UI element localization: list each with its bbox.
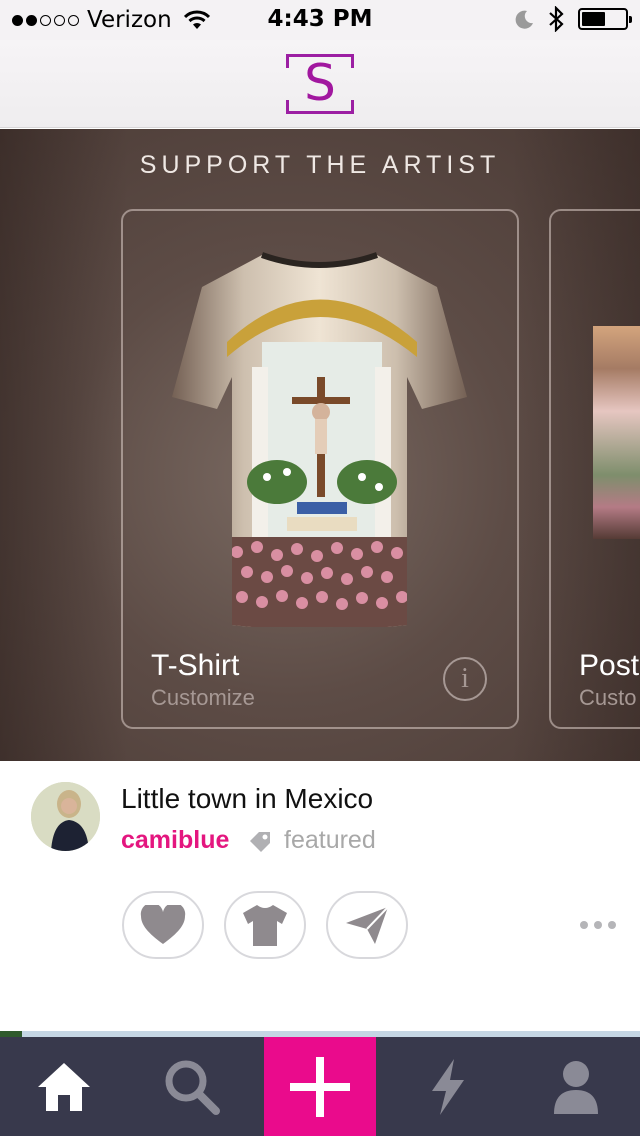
avatar-image <box>31 782 100 851</box>
post-details: Little town in Mexico camiblue featured <box>0 761 640 1031</box>
activity-icon <box>432 1058 464 1115</box>
bluetooth-icon <box>549 6 564 32</box>
product-card-tshirt[interactable]: T-Shirt Customize i <box>121 209 519 729</box>
product-card-poster[interactable]: Post Custo <box>549 209 640 729</box>
info-icon[interactable]: i <box>443 657 487 701</box>
moon-icon <box>515 10 533 29</box>
avatar[interactable] <box>31 782 100 851</box>
carousel-title: SUPPORT THE ARTIST <box>139 151 501 179</box>
tag-icon <box>250 832 270 852</box>
merch-button[interactable] <box>224 891 306 959</box>
send-icon <box>346 906 389 944</box>
tshirt-product-image <box>172 252 467 627</box>
heart-icon <box>140 905 186 944</box>
tab-add[interactable] <box>264 1037 376 1136</box>
logo-letter: S <box>304 54 336 112</box>
post-tag[interactable]: featured <box>284 826 376 855</box>
tab-search[interactable] <box>136 1037 248 1136</box>
product-customize-label[interactable]: Custo <box>579 685 636 711</box>
product-name: T-Shirt <box>151 649 240 682</box>
merch-carousel[interactable]: SUPPORT THE ARTIST T-Shirt Customize i P… <box>0 129 640 761</box>
app-logo[interactable]: S <box>286 54 354 114</box>
status-bar: Verizon 4:43 PM <box>0 0 640 40</box>
poster-product-image <box>593 326 640 539</box>
tab-bar <box>0 1037 640 1136</box>
tab-activity[interactable] <box>392 1037 504 1136</box>
profile-icon <box>554 1060 598 1114</box>
search-icon <box>165 1060 220 1115</box>
post-title: Little town in Mexico <box>121 783 374 814</box>
tab-profile[interactable] <box>520 1037 632 1136</box>
more-icon[interactable] <box>580 921 616 929</box>
tab-home[interactable] <box>8 1037 120 1136</box>
home-icon <box>38 1062 90 1111</box>
share-button[interactable] <box>326 891 408 959</box>
like-button[interactable] <box>122 891 204 959</box>
add-icon <box>290 1056 350 1117</box>
product-name: Post <box>579 649 640 682</box>
post-username[interactable]: camiblue <box>121 826 229 855</box>
app-header: S <box>0 40 640 128</box>
tshirt-icon <box>243 905 287 946</box>
product-customize-label[interactable]: Customize <box>151 685 255 711</box>
battery-icon <box>578 8 632 30</box>
